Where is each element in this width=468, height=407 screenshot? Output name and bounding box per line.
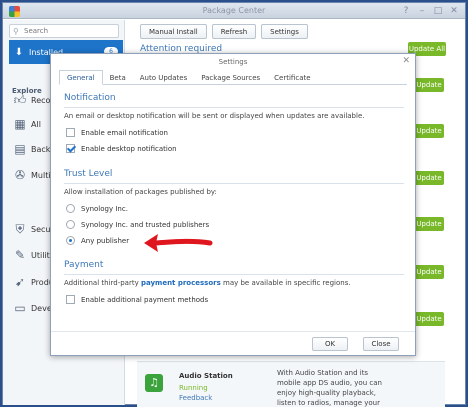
update-button[interactable]: Update	[414, 78, 444, 92]
notification-description: An email or desktop notification will be…	[64, 112, 365, 120]
payment-description: Additional third-party payment processor…	[64, 279, 351, 287]
email-notification-option[interactable]: Enable email notification	[66, 128, 168, 137]
package-name: Audio Station	[179, 372, 233, 380]
tab-certificate[interactable]: Certificate	[267, 70, 317, 85]
payment-processors-link[interactable]: payment processors	[141, 279, 221, 287]
search-box[interactable]: ⚲	[9, 24, 119, 38]
trust-option-label: Synology Inc. and trusted publishers	[81, 220, 210, 229]
payment-methods-label: Enable additional payment methods	[81, 295, 209, 304]
payment-desc-text: Additional third-party	[64, 279, 141, 287]
minimize-icon[interactable]: –	[417, 6, 427, 16]
desktop-notification-label: Enable desktop notification	[81, 144, 177, 153]
tab-package-sources[interactable]: Package Sources	[194, 70, 267, 85]
ok-button[interactable]: OK	[312, 337, 348, 351]
desktop-notification-option[interactable]: Enable desktop notification	[66, 144, 177, 153]
window-title: Package Center	[202, 6, 266, 15]
payment-section-title: Payment	[64, 260, 104, 270]
section-divider	[64, 107, 404, 108]
package-status: Running	[179, 384, 208, 392]
audio-station-icon: ♫	[145, 374, 163, 392]
radio-any-publisher[interactable]	[66, 236, 75, 245]
trust-option-trusted-publishers[interactable]: Synology Inc. and trusted publishers	[66, 220, 209, 229]
grid-icon: ▦	[14, 117, 26, 131]
package-card-audio-station[interactable]: ♫ Audio Station Running Feedback With Au…	[137, 361, 445, 407]
title-bar[interactable]: Package Center ? – □ ✕	[3, 3, 465, 19]
section-divider	[64, 183, 404, 184]
dialog-footer: OK Close	[51, 331, 415, 355]
maximize-icon[interactable]: □	[433, 6, 443, 16]
feedback-link[interactable]: Feedback	[179, 394, 212, 402]
search-input[interactable]	[24, 26, 116, 36]
trust-option-any-publisher[interactable]: Any publisher	[66, 236, 129, 245]
dialog-close-icon[interactable]: ✕	[402, 56, 410, 66]
close-icon[interactable]: ✕	[449, 6, 459, 16]
trust-option-label: Synology Inc.	[81, 204, 128, 213]
settings-dialog: Settings ✕ General Beta Auto Updates Pac…	[50, 53, 416, 356]
backup-icon: ▤	[14, 142, 26, 156]
desktop-notification-checkbox[interactable]	[66, 144, 75, 153]
sidebar-item-label: All	[31, 119, 41, 129]
annotation-arrow-icon	[144, 234, 213, 252]
email-notification-label: Enable email notification	[81, 128, 168, 137]
toolbar: Manual Install Refresh Settings	[140, 24, 308, 39]
notification-section-title: Notification	[64, 93, 116, 103]
email-notification-checkbox[interactable]	[66, 128, 75, 137]
refresh-button[interactable]: Refresh	[211, 24, 257, 39]
payment-methods-checkbox[interactable]	[66, 295, 75, 304]
payment-desc-text: may be available in specific regions.	[220, 279, 351, 287]
rocket-icon: ➹	[14, 275, 26, 289]
film-icon: ✇	[14, 168, 26, 182]
update-button[interactable]: Update	[414, 312, 444, 326]
radio-trusted-publishers[interactable]	[66, 220, 75, 229]
code-icon: ▭	[14, 301, 26, 315]
update-button[interactable]: Update	[414, 265, 444, 279]
dialog-title: Settings	[218, 58, 248, 66]
package-description: With Audio Station and its mobile app DS…	[277, 369, 382, 407]
trust-level-description: Allow installation of packages published…	[64, 188, 217, 196]
settings-tabs: General Beta Auto Updates Package Source…	[59, 70, 407, 85]
update-button[interactable]: Update	[414, 171, 444, 185]
update-button[interactable]: Update	[414, 124, 444, 138]
trust-option-label: Any publisher	[81, 236, 130, 245]
wrench-icon: ✎	[14, 248, 26, 262]
payment-methods-option[interactable]: Enable additional payment methods	[66, 295, 208, 304]
section-divider	[64, 274, 404, 275]
close-button[interactable]: Close	[363, 337, 399, 351]
manual-install-button[interactable]: Manual Install	[140, 24, 207, 39]
tab-auto-updates[interactable]: Auto Updates	[133, 70, 194, 85]
help-icon[interactable]: ?	[401, 6, 411, 16]
thumbs-up-icon: 👍︎	[13, 93, 27, 107]
download-icon: ⬇	[14, 46, 24, 58]
settings-button[interactable]: Settings	[261, 24, 308, 39]
tab-beta[interactable]: Beta	[103, 70, 133, 85]
trust-level-section-title: Trust Level	[64, 169, 113, 179]
trust-option-synology[interactable]: Synology Inc.	[66, 204, 128, 213]
update-button[interactable]: Update	[414, 217, 444, 231]
tab-general[interactable]: General	[59, 70, 103, 85]
shield-icon: ⛨	[15, 222, 25, 236]
radio-synology[interactable]	[66, 204, 75, 213]
search-icon: ⚲	[13, 27, 19, 36]
